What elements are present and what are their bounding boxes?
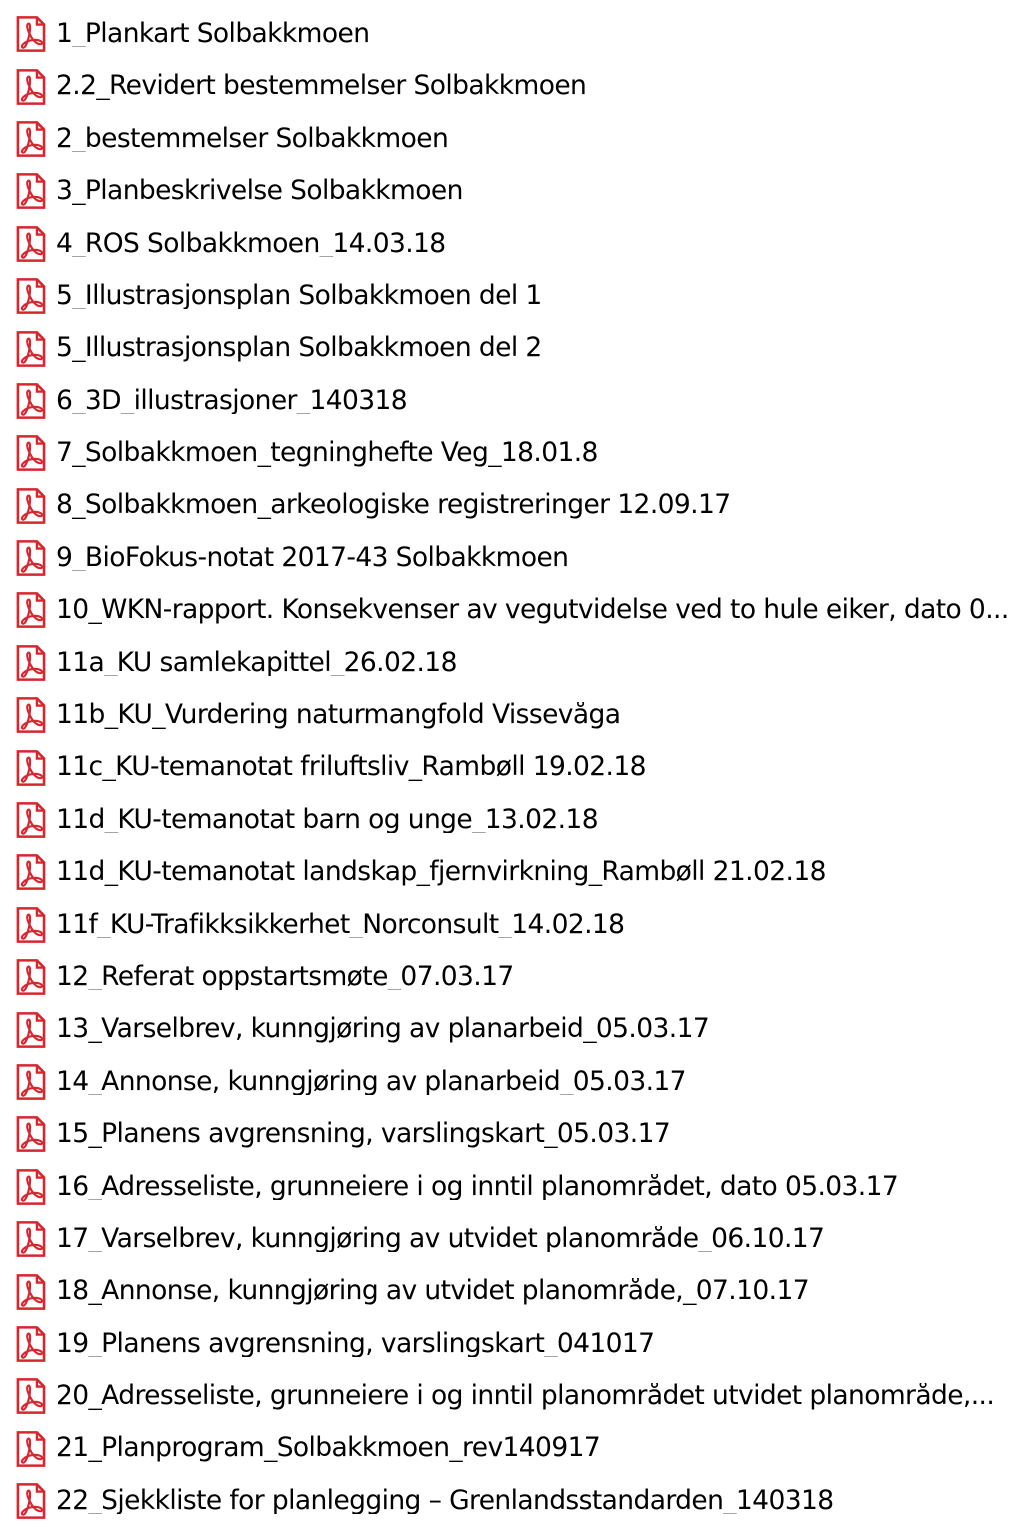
file-list-item[interactable]: 11b_KU_Vurdering naturmangfold Vissevåga — [0, 689, 1031, 741]
file-list-item[interactable]: 5_Illustrasjonsplan Solbakkmoen del 2 — [0, 322, 1031, 374]
file-name: 11d_KU-temanotat barn og unge_13.02.18 — [56, 806, 598, 834]
file-name: 6_3D_illustrasjoner_140318 — [56, 387, 408, 415]
file-name: 11d_KU-temanotat landskap_fjernvirkning_… — [56, 859, 826, 886]
pdf-file-icon — [16, 1011, 46, 1048]
pdf-file-icon — [16, 540, 46, 577]
file-list-item[interactable]: 16_Adresseliste, grunneiere i og inntil … — [0, 1161, 1031, 1213]
pdf-file-icon — [16, 906, 46, 943]
file-list-item[interactable]: 6_3D_illustrasjoner_140318 — [0, 375, 1031, 427]
file-list-item[interactable]: 22_Sjekkliste for planlegging – Grenland… — [0, 1475, 1031, 1527]
file-list-item[interactable]: 12_Referat oppstartsmøte_07.03.17 — [0, 951, 1031, 1003]
file-name: 5_Illustrasjonsplan Solbakkmoen del 1 — [56, 282, 542, 310]
file-list-item[interactable]: 15_Planens avgrensning, varslingskart_05… — [0, 1108, 1031, 1160]
pdf-file-icon — [16, 330, 46, 367]
file-name: 22_Sjekkliste for planlegging – Grenland… — [56, 1487, 834, 1515]
pdf-file-icon — [16, 854, 46, 891]
pdf-file-icon — [16, 278, 46, 315]
file-name: 19_Planens avgrensning, varslingskart_04… — [56, 1330, 655, 1358]
pdf-file-icon — [16, 1221, 46, 1258]
pdf-file-icon — [16, 1168, 46, 1205]
file-name: 15_Planens avgrensning, varslingskart_05… — [56, 1121, 671, 1148]
file-list-item[interactable]: 1_Plankart Solbakkmoen — [0, 8, 1031, 60]
file-list-item[interactable]: 11d_KU-temanotat landskap_fjernvirkning_… — [0, 846, 1031, 898]
file-list-item[interactable]: 5_Illustrasjonsplan Solbakkmoen del 1 — [0, 270, 1031, 322]
file-list-item[interactable]: 14_Annonse, kunngjøring av planarbeid_05… — [0, 1056, 1031, 1108]
pdf-file-icon — [16, 121, 46, 157]
pdf-file-icon — [16, 749, 46, 786]
file-name: 9_BioFokus-notat 2017-43 Solbakkmoen — [56, 544, 569, 572]
file-list-item[interactable]: 11c_KU-temanotat friluftsliv_Rambøll 19.… — [0, 741, 1031, 793]
file-name: 3_Planbeskrivelse Solbakkmoen — [56, 178, 463, 205]
file-name: 17_Varselbrev, kunngjøring av utvidet pl… — [56, 1225, 825, 1253]
file-list-item[interactable]: 10_WKN-rapport. Konsekvenser av vegutvid… — [0, 584, 1031, 636]
file-list-item[interactable]: 11f_KU-Trafikksikkerhet_Norconsult_14.02… — [0, 899, 1031, 951]
pdf-file-icon — [16, 1116, 46, 1153]
file-name: 11a_KU samlekapittel_26.02.18 — [56, 649, 457, 677]
file-list-item[interactable]: 21_Planprogram_Solbakkmoen_rev140917 — [0, 1423, 1031, 1475]
pdf-file-icon — [16, 68, 46, 105]
pdf-file-icon — [16, 16, 46, 53]
file-name: 21_Planprogram_Solbakkmoen_rev140917 — [56, 1435, 601, 1462]
pdf-file-icon — [16, 644, 46, 681]
file-name: 1_Plankart Solbakkmoen — [56, 20, 370, 48]
file-list-item[interactable]: 3_Planbeskrivelse Solbakkmoen — [0, 165, 1031, 217]
file-name: 10_WKN-rapport. Konsekvenser av vegutvid… — [56, 597, 1009, 624]
file-name: 2.2_Revidert bestemmelser Solbakkmoen — [56, 73, 587, 100]
file-name: 7_Solbakkmoen_tegninghefte Veg_18.01.8 — [56, 440, 598, 467]
file-list-item[interactable]: 2_bestemmelser Solbakkmoen — [0, 113, 1031, 165]
pdf-file-icon — [16, 1064, 46, 1100]
pdf-file-icon — [16, 1326, 46, 1362]
file-name: 13_Varselbrev, kunngjøring av planarbeid… — [56, 1016, 710, 1043]
file-name: 12_Referat oppstartsmøte_07.03.17 — [56, 963, 514, 991]
file-list-item[interactable]: 11a_KU samlekapittel_26.02.18 — [0, 637, 1031, 689]
file-list-item[interactable]: 2.2_Revidert bestemmelser Solbakkmoen — [0, 60, 1031, 112]
pdf-file-icon — [16, 225, 46, 262]
pdf-file-icon — [16, 1273, 46, 1310]
file-name: 11b_KU_Vurdering naturmangfold Vissevåga — [56, 702, 621, 729]
file-list-item[interactable]: 4_ROS Solbakkmoen_14.03.18 — [0, 218, 1031, 270]
file-list-item[interactable]: 18_Annonse, kunngjøring av utvidet plano… — [0, 1265, 1031, 1317]
pdf-file-icon — [16, 382, 46, 419]
pdf-file-icon — [16, 173, 46, 210]
pdf-file-icon — [16, 1430, 46, 1467]
pdf-file-icon — [16, 1378, 46, 1415]
file-name: 8_Solbakkmoen_arkeologiske registreringe… — [56, 492, 731, 519]
pdf-file-icon — [16, 487, 46, 524]
file-name: 16_Adresseliste, grunneiere i og inntil … — [56, 1173, 899, 1201]
file-list: 1_Plankart Solbakkmoen 2.2_Revidert best… — [0, 8, 1031, 1527]
file-name: 5_Illustrasjonsplan Solbakkmoen del 2 — [56, 335, 542, 362]
file-list-item[interactable]: 20_Adresseliste, grunneiere i og inntil … — [0, 1370, 1031, 1422]
file-name: 4_ROS Solbakkmoen_14.03.18 — [56, 230, 446, 257]
file-name: 18_Annonse, kunngjøring av utvidet plano… — [56, 1278, 809, 1305]
pdf-file-icon — [16, 959, 46, 996]
file-name: 14_Annonse, kunngjøring av planarbeid_05… — [56, 1068, 686, 1096]
file-name: 2_bestemmelser Solbakkmoen — [56, 125, 449, 153]
file-list-item[interactable]: 19_Planens avgrensning, varslingskart_04… — [0, 1318, 1031, 1370]
file-list-item[interactable]: 13_Varselbrev, kunngjøring av planarbeid… — [0, 1003, 1031, 1055]
file-name: 11f_KU-Trafikksikkerhet_Norconsult_14.02… — [56, 911, 625, 939]
pdf-file-icon — [16, 1483, 46, 1520]
file-list-item[interactable]: 11d_KU-temanotat barn og unge_13.02.18 — [0, 794, 1031, 846]
pdf-file-icon — [16, 592, 46, 629]
file-name: 11c_KU-temanotat friluftsliv_Rambøll 19.… — [56, 754, 646, 781]
pdf-file-icon — [16, 697, 46, 734]
file-list-item[interactable]: 7_Solbakkmoen_tegninghefte Veg_18.01.8 — [0, 427, 1031, 479]
file-list-item[interactable]: 9_BioFokus-notat 2017-43 Solbakkmoen — [0, 532, 1031, 584]
pdf-file-icon — [16, 435, 46, 472]
file-list-item[interactable]: 17_Varselbrev, kunngjøring av utvidet pl… — [0, 1213, 1031, 1265]
pdf-file-icon — [16, 802, 46, 838]
file-list-item[interactable]: 8_Solbakkmoen_arkeologiske registreringe… — [0, 480, 1031, 532]
file-name: 20_Adresseliste, grunneiere i og inntil … — [56, 1383, 995, 1410]
